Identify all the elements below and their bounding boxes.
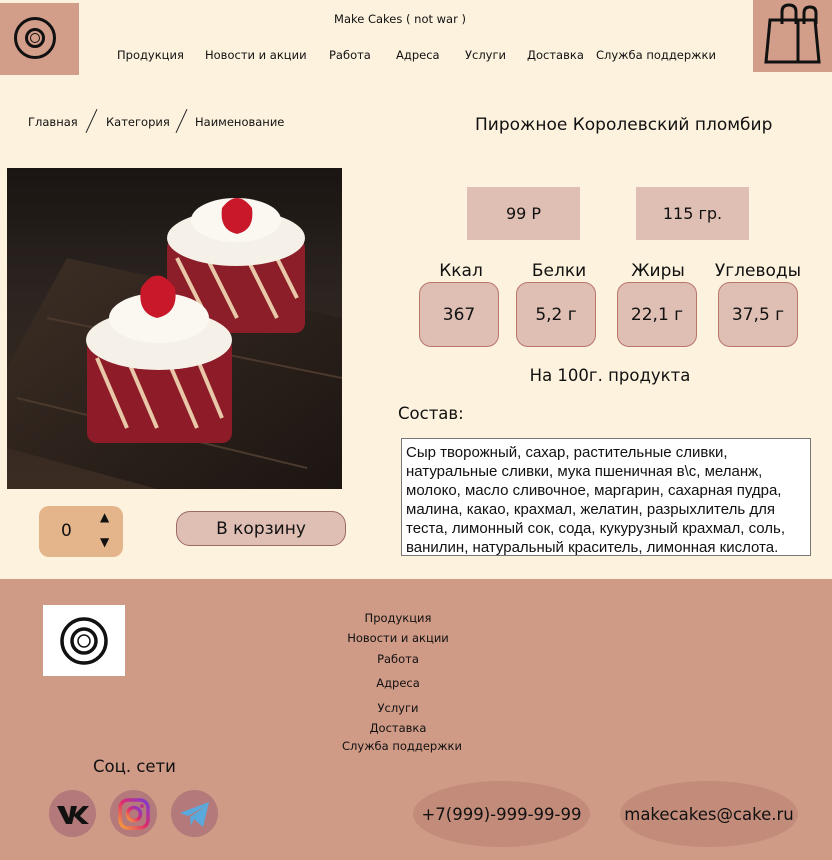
footer-link-news[interactable]: Новости и акции bbox=[318, 631, 478, 645]
footer-link-delivery[interactable]: Доставка bbox=[318, 721, 478, 735]
footer-logo[interactable] bbox=[43, 605, 125, 676]
quantity-stepper bbox=[39, 506, 123, 557]
footer-link-services[interactable]: Услуги bbox=[318, 701, 478, 715]
cart-bag-button[interactable] bbox=[753, 0, 832, 72]
email-contact[interactable]: makecakes@cake.ru bbox=[620, 781, 798, 847]
nav-item-support[interactable]: Служба поддержки bbox=[596, 48, 716, 62]
nutrition-value-protein: 5,2 г bbox=[516, 282, 596, 347]
increment-arrow-icon[interactable]: ▲ bbox=[100, 510, 109, 524]
breadcrumb-current: Наименование bbox=[195, 115, 285, 129]
footer-link-support[interactable]: Служба поддержки bbox=[322, 739, 482, 753]
nutrition-value-fat: 22,1 г bbox=[617, 282, 697, 347]
vk-icon[interactable] bbox=[49, 790, 96, 837]
nav-item-news[interactable]: Новости и акции bbox=[205, 48, 307, 62]
nutrition-value-carbs: 37,5 г bbox=[718, 282, 798, 347]
nav-item-addresses[interactable]: Адреса bbox=[396, 48, 440, 62]
nav-item-delivery[interactable]: Доставка bbox=[527, 48, 584, 62]
price-tag: 99 Р bbox=[467, 187, 580, 240]
decrement-arrow-icon[interactable]: ▼ bbox=[100, 535, 109, 549]
phone-contact[interactable]: +7(999)-999-99-99 bbox=[413, 781, 590, 847]
breadcrumb-separator bbox=[85, 109, 98, 133]
breadcrumb-home[interactable]: Главная bbox=[28, 115, 78, 129]
nutrition-label-kcal: Ккал bbox=[439, 261, 483, 281]
footer-link-products[interactable]: Продукция bbox=[318, 611, 478, 625]
composition-text: Сыр творожный, сахар, растительные сливк… bbox=[401, 438, 811, 556]
nav-item-products[interactable]: Продукция bbox=[117, 48, 184, 62]
shopping-bag-icon bbox=[764, 3, 821, 64]
donut-logo-icon bbox=[60, 617, 108, 665]
footer-link-addresses[interactable]: Адреса bbox=[318, 676, 478, 690]
nav-item-jobs[interactable]: Работа bbox=[329, 48, 371, 62]
nutrition-label-carbs: Углеводы bbox=[714, 261, 802, 281]
per-100g-note: На 100г. продукта bbox=[529, 366, 691, 385]
nutrition-label-protein: Белки bbox=[531, 261, 587, 281]
logo[interactable] bbox=[0, 3, 79, 75]
donut-logo-icon bbox=[14, 17, 56, 59]
nutrition-label-fat: Жиры bbox=[631, 261, 685, 281]
social-title: Соц. сети bbox=[93, 757, 176, 776]
product-title: Пирожное Королевский пломбир bbox=[475, 115, 773, 135]
nav-item-services[interactable]: Услуги bbox=[465, 48, 506, 62]
product-photo bbox=[7, 168, 342, 489]
breadcrumb-separator bbox=[175, 109, 188, 133]
nutrition-value-kcal: 367 bbox=[419, 282, 499, 347]
composition-label: Состав: bbox=[398, 404, 464, 423]
add-to-cart-button[interactable]: В корзину bbox=[176, 511, 346, 546]
breadcrumb-category[interactable]: Категория bbox=[106, 115, 170, 129]
telegram-icon[interactable] bbox=[171, 790, 218, 837]
footer-link-jobs[interactable]: Работа bbox=[318, 652, 478, 666]
weight-tag: 115 гр. bbox=[636, 187, 749, 240]
instagram-icon[interactable] bbox=[110, 790, 157, 837]
tagline: Make Cakes ( not war ) bbox=[334, 12, 466, 26]
quantity-value[interactable]: 0 bbox=[61, 521, 72, 541]
